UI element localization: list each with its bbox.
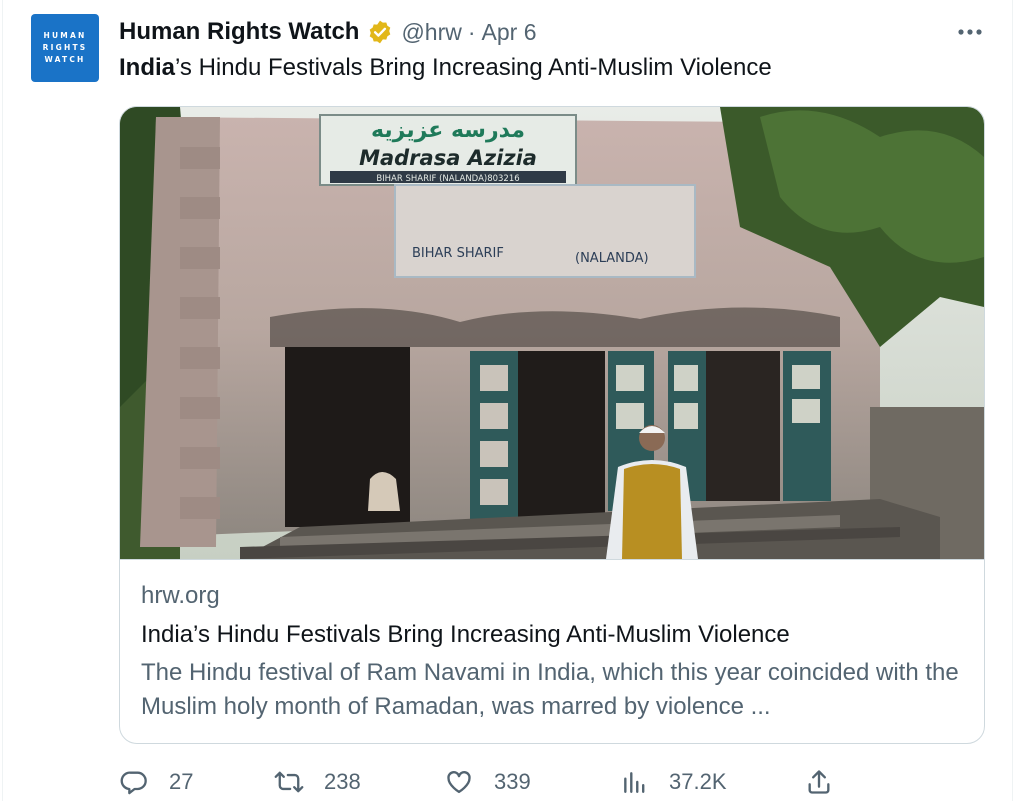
reply-button[interactable]: 27 [119, 764, 193, 800]
card-title: India’s Hindu Festivals Bring Increasing… [141, 621, 790, 648]
card-domain: hrw.org [141, 582, 220, 609]
tweet-header: Human Rights Watch @hrw · Apr 6 [119, 16, 537, 48]
tweet-text-bold: India [119, 54, 176, 81]
author-handle[interactable]: @hrw [401, 19, 461, 46]
avatar-line: WATCH [44, 55, 86, 64]
tweet[interactable]: HUMAN RIGHTS WATCH Human Rights Watch @h… [0, 0, 1024, 801]
more-options-icon[interactable] [953, 18, 987, 46]
separator-dot: · [467, 18, 476, 45]
like-count: 339 [494, 769, 531, 794]
sign-title-text: Madrasa Azizia [359, 146, 537, 170]
retweet-icon [274, 767, 304, 797]
heart-icon [444, 767, 474, 797]
sign-urdu-text: مدرسه عزيزيه [371, 118, 525, 143]
tweet-date[interactable]: Apr 6 [482, 19, 537, 46]
retweet-count: 238 [324, 769, 361, 794]
wall-text-left: BIHAR SHARIF [412, 246, 504, 261]
share-button[interactable] [804, 764, 834, 800]
tweet-text: India’s Hindu Festivals Bring Increasing… [119, 52, 772, 84]
avatar-line: RIGHTS [42, 43, 88, 52]
reply-count: 27 [169, 769, 194, 794]
card-photo[interactable]: مدرسه عزيزيه Madrasa Azizia BIHAR SHARIF… [120, 107, 984, 559]
views-icon [619, 767, 649, 797]
sign-subtitle-text: BIHAR SHARIF (NALANDA)803216 [376, 174, 519, 184]
retweet-button[interactable]: 238 [274, 764, 361, 800]
link-card[interactable]: مدرسه عزيزيه Madrasa Azizia BIHAR SHARIF… [119, 106, 985, 744]
tweet-text-rest: ’s Hindu Festivals Bring Increasing Anti… [175, 54, 772, 81]
card-description: The Hindu festival of Ram Navami in Indi… [141, 659, 959, 720]
author-name[interactable]: Human Rights Watch [119, 18, 359, 46]
avatar[interactable]: HUMAN RIGHTS WATCH [31, 14, 99, 82]
views-count: 37.2K [669, 769, 727, 794]
card-body[interactable]: hrw.org India’s Hindu Festivals Bring In… [120, 559, 984, 743]
timeline-border-right [1012, 0, 1013, 801]
views-button[interactable]: 37.2K [619, 764, 727, 800]
wall-text-right: (NALANDA) [575, 251, 649, 266]
share-icon [804, 767, 834, 797]
verified-badge-icon[interactable] [367, 19, 393, 45]
like-button[interactable]: 339 [444, 764, 531, 800]
timeline-border-left [2, 0, 3, 801]
reply-icon [119, 767, 149, 797]
avatar-line: HUMAN [43, 31, 87, 40]
action-bar: 27 238 339 37.2K [119, 764, 849, 800]
